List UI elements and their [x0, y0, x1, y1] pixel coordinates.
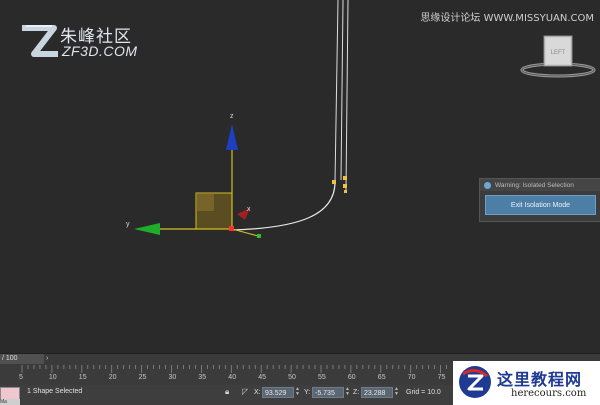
- isolation-warning-panel: Warning: Isolated Selection Exit Isolati…: [479, 178, 600, 222]
- scene-canvas[interactable]: z y x: [0, 0, 600, 353]
- y-coord-field[interactable]: -5.735: [312, 387, 344, 398]
- track-tick-label: 75: [437, 374, 446, 381]
- spline-vertical-line-left: [334, 0, 339, 183]
- track-tick-label: 45: [258, 374, 266, 381]
- spline-vertex: [343, 184, 347, 188]
- x-spinner-icon[interactable]: ▲ ▼: [295, 387, 301, 398]
- spline-vertex: [344, 190, 347, 193]
- next-frame-arrow-icon[interactable]: ›: [46, 355, 54, 363]
- z-spinner-icon[interactable]: ▲ ▼: [394, 387, 400, 398]
- x-coord-field[interactable]: 93.529: [262, 387, 294, 398]
- isolation-panel-title: Warning: Isolated Selection: [495, 181, 574, 189]
- gizmo-z-label: z: [230, 113, 234, 120]
- spline-vertex: [343, 176, 347, 180]
- track-tick-label: 70: [407, 374, 416, 381]
- gizmo-x-label: x: [247, 206, 251, 213]
- perspective-viewport[interactable]: 朱峰社区 ZF3D.COM 思缘设计论坛 WWW.MISSYUAN.COM LE…: [0, 0, 600, 353]
- track-tick-label: 35: [198, 374, 207, 381]
- track-tick-label: 25: [138, 374, 147, 381]
- herecours-name-cn: 这里教程网: [497, 370, 583, 389]
- grid-size: Grid = 10.0: [406, 389, 441, 396]
- track-tick-label: 55: [318, 374, 326, 381]
- track-tick-label: 30: [168, 374, 177, 381]
- maxscript-listener-tab[interactable]: Ma: [0, 399, 20, 405]
- gizmo-y-arrow: [134, 223, 160, 235]
- x-coord-label: X:: [254, 389, 261, 396]
- isolation-panel-titlebar[interactable]: Warning: Isolated Selection: [480, 179, 600, 191]
- y-spinner-icon[interactable]: ▲ ▼: [345, 387, 351, 398]
- track-tick-label: 40: [228, 374, 237, 381]
- track-tick-label: 20: [108, 374, 117, 381]
- spline-vertical-line-right: [345, 0, 349, 191]
- selection-status: 1 Shape Selected: [27, 388, 83, 395]
- herecours-watermark: 这里教程网 herecours.com: [453, 361, 600, 405]
- gizmo-y-label: y: [126, 221, 130, 228]
- z-coord-field[interactable]: 23.288: [361, 387, 393, 398]
- exit-isolation-button[interactable]: Exit Isolation Mode: [485, 195, 596, 215]
- transform-gizmo[interactable]: z y x: [126, 113, 261, 238]
- y-coord-label: Y:: [304, 389, 311, 396]
- track-tick-label: 65: [377, 374, 386, 381]
- absolute-mode-icon[interactable]: ◸: [242, 387, 248, 396]
- z-coord-label: Z:: [353, 389, 360, 396]
- frame-counter[interactable]: / 100: [0, 354, 44, 364]
- spline-vertex: [332, 180, 336, 184]
- gizmo-pivot-green: [257, 234, 261, 238]
- track-tick-label: 50: [288, 374, 296, 381]
- track-tick-label: 5: [19, 374, 23, 381]
- herecours-url: herecours.com: [511, 388, 587, 399]
- selection-lock-icon[interactable]: 🔒︎: [225, 387, 229, 397]
- track-tick-label: 60: [347, 374, 356, 381]
- spline-vertical-line-mid: [340, 0, 344, 181]
- track-tick-label: 10: [48, 374, 57, 381]
- gizmo-pivot: [229, 226, 234, 231]
- warning-icon: [484, 181, 491, 189]
- gizmo-z-arrow: [226, 124, 238, 150]
- track-tick-label: 15: [78, 374, 87, 381]
- herecours-logo-icon: [459, 366, 491, 398]
